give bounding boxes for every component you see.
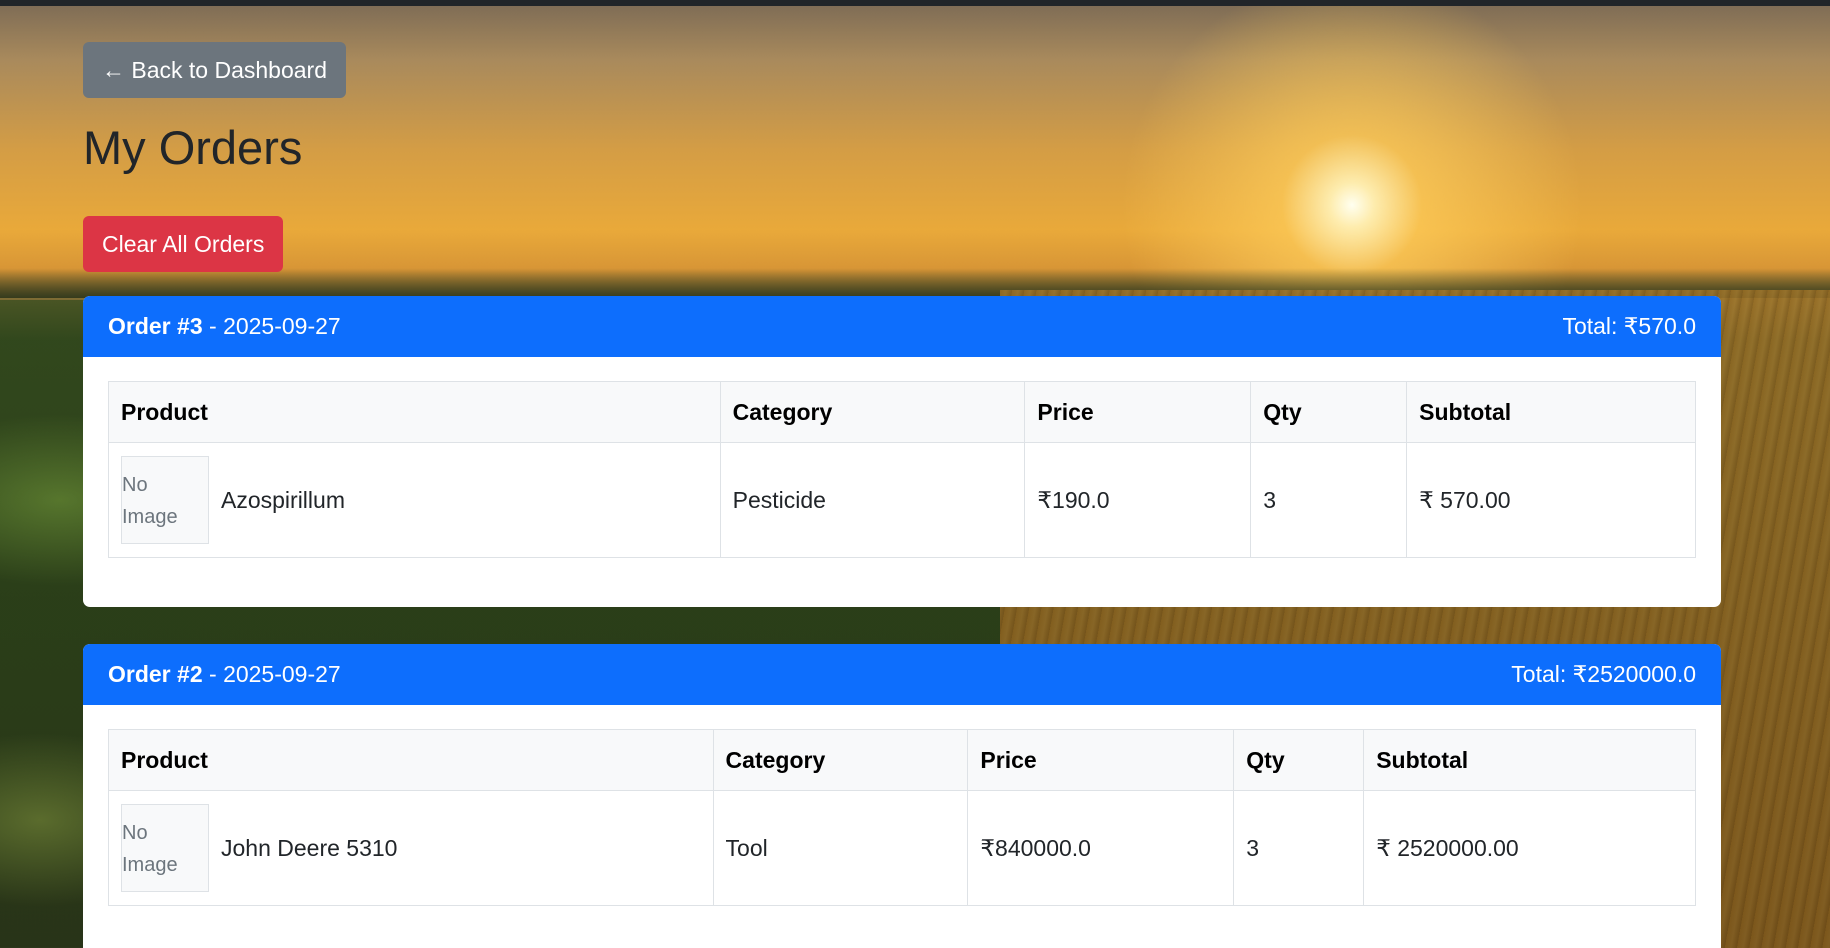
column-header-category: Category	[719, 381, 1026, 443]
order-date-separator: -	[209, 313, 224, 339]
qty-cell: 3	[1233, 790, 1365, 906]
qty-cell: 3	[1250, 442, 1408, 558]
order-date-separator: -	[209, 661, 224, 687]
order-number: Order #2	[108, 661, 203, 687]
product-cell: No Image John Deere 5310	[108, 790, 714, 906]
product-name: Azospirillum	[221, 486, 345, 513]
order-heading: Order #3 - 2025-09-27	[108, 313, 341, 340]
column-header-price: Price	[967, 729, 1235, 791]
clear-all-orders-button[interactable]: Clear All Orders	[83, 216, 284, 272]
column-header-subtotal: Subtotal	[1363, 729, 1696, 791]
table-row: No Image Azospirillum Pesticide ₹190.0 3…	[108, 442, 1696, 558]
order-card-body: Product Category Price Qty Subtotal No I…	[83, 705, 1721, 948]
product-cell: No Image Azospirillum	[108, 442, 721, 558]
product-name: John Deere 5310	[221, 834, 398, 861]
top-bar	[0, 0, 1830, 6]
order-number: Order #3	[108, 313, 203, 339]
subtotal-cell: ₹ 2520000.00	[1363, 790, 1696, 906]
order-card-body: Product Category Price Qty Subtotal No I…	[83, 357, 1721, 607]
column-header-category: Category	[712, 729, 969, 791]
column-header-product: Product	[108, 381, 721, 443]
table-header-row: Product Category Price Qty Subtotal	[108, 729, 1696, 791]
order-date: 2025-09-27	[223, 661, 341, 687]
order-date: 2025-09-27	[223, 313, 341, 339]
order-items-table: Product Category Price Qty Subtotal No I…	[108, 381, 1696, 558]
order-card-header: Order #3 - 2025-09-27 Total: ₹570.0	[83, 296, 1721, 357]
price-cell: ₹190.0	[1024, 442, 1252, 558]
table-row: No Image John Deere 5310 Tool ₹840000.0 …	[108, 790, 1696, 906]
category-cell: Pesticide	[719, 442, 1026, 558]
column-header-product: Product	[108, 729, 714, 791]
column-header-price: Price	[1024, 381, 1252, 443]
order-card: Order #2 - 2025-09-27 Total: ₹2520000.0 …	[83, 644, 1721, 948]
subtotal-cell: ₹ 570.00	[1406, 442, 1696, 558]
category-cell: Tool	[712, 790, 969, 906]
order-total: Total: ₹2520000.0	[1511, 661, 1696, 687]
order-items-table: Product Category Price Qty Subtotal No I…	[108, 729, 1696, 906]
column-header-subtotal: Subtotal	[1406, 381, 1696, 443]
price-cell: ₹840000.0	[967, 790, 1235, 906]
order-heading: Order #2 - 2025-09-27	[108, 661, 341, 688]
table-header-row: Product Category Price Qty Subtotal	[108, 381, 1696, 443]
order-card-header: Order #2 - 2025-09-27 Total: ₹2520000.0	[83, 644, 1721, 705]
column-header-qty: Qty	[1233, 729, 1365, 791]
product-image-placeholder: No Image	[121, 804, 209, 892]
page-title: My Orders	[83, 121, 303, 174]
order-total: Total: ₹570.0	[1562, 313, 1696, 339]
product-image-placeholder: No Image	[121, 456, 209, 544]
column-header-qty: Qty	[1250, 381, 1408, 443]
back-to-dashboard-button[interactable]: ← Back to Dashboard	[83, 42, 347, 98]
order-card: Order #3 - 2025-09-27 Total: ₹570.0 Prod…	[83, 296, 1721, 607]
